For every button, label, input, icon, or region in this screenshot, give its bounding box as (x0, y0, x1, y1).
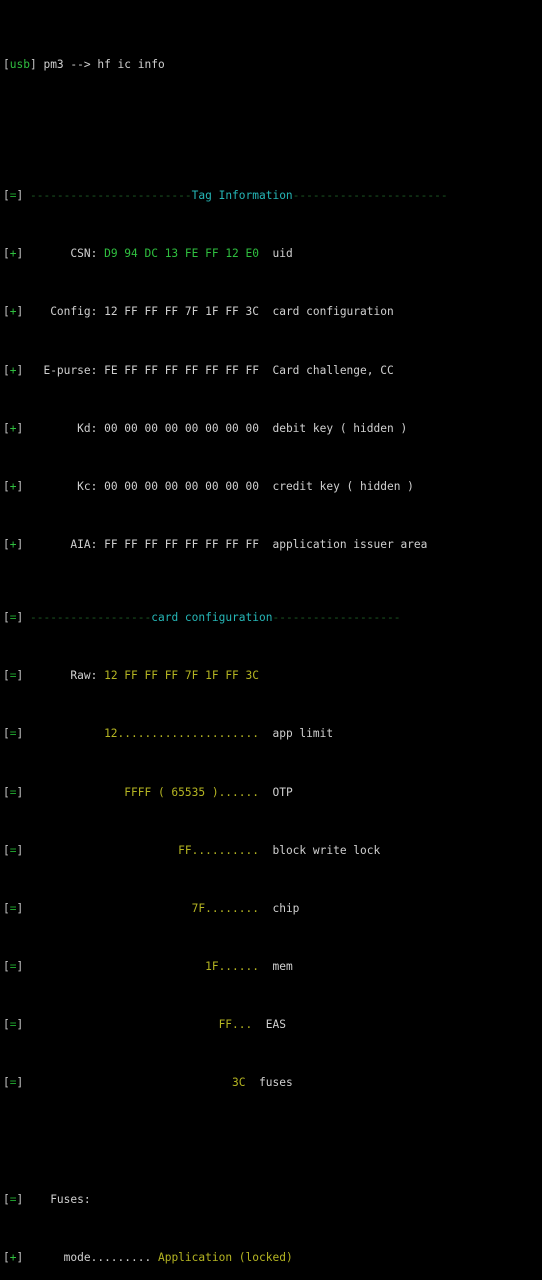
card-config-breakdown-mem: [=] 1F...... mem (3, 960, 293, 974)
dash-left: ------------------------ (29, 189, 192, 203)
fuses-header: [=] Fuses: (3, 1192, 91, 1206)
fuses-header-label: Fuses: (29, 1192, 91, 1206)
card-config-breakdown-block-write-lock: [=] FF.......... block write lock (3, 843, 381, 857)
card-config-breakdown-app-limit: [=] 12..................... app limit (3, 727, 334, 741)
bitfield-desc: fuses (245, 1076, 293, 1090)
bitfield: 7F........ (29, 901, 259, 915)
card-config-raw: [=] Raw: 12 FF FF FF 7F 1F FF 3C (3, 669, 259, 683)
bitfield-desc: block write lock (259, 843, 381, 857)
prompt-interface-label: usb (9, 58, 30, 72)
bitfield: 12..................... (29, 727, 259, 741)
dash-left: ------------------ (29, 610, 152, 624)
row-label: Kc: (29, 480, 105, 494)
row-value: 12 FF FF FF 7F 1F FF 3C (104, 305, 259, 319)
row-desc: debit key ( hidden ) (259, 421, 408, 435)
bitfield: 1F...... (29, 960, 259, 974)
card-config-breakdown-otp: [=] FFFF ( 65535 )...... OTP (3, 785, 293, 799)
prefix-symbol-equals: = (9, 189, 17, 203)
tag-row-csn: [+] CSN: D9 94 DC 13 FE FF 12 E0 uid (3, 247, 293, 261)
dash-right: ----------------------- (292, 189, 448, 203)
row-label: AIA: (29, 538, 105, 552)
row-value: D9 94 DC 13 FE FF 12 E0 (104, 247, 259, 261)
row-label: Config: (29, 305, 105, 319)
fuses-row-mode: [+] mode......... Application (locked) (3, 1251, 293, 1265)
raw-label: Raw: (29, 669, 105, 683)
row-value: Application (locked) (157, 1251, 293, 1265)
dash-right: ------------------- (272, 610, 401, 624)
bitfield-desc: mem (259, 960, 293, 974)
row-label: E-purse: (29, 363, 105, 377)
tag-row-epurse: [+] E-purse: FE FF FF FF FF FF FF FF Car… (3, 363, 394, 377)
bitfield: 3C (29, 1076, 246, 1090)
section-title: card configuration (151, 610, 273, 624)
bitfield-desc: OTP (259, 785, 293, 799)
row-label: mode......... (29, 1251, 158, 1265)
bitfield: FF.......... (29, 843, 259, 857)
card-config-breakdown-eas: [=] FF... EAS (3, 1018, 286, 1032)
bitfield-desc: chip (259, 901, 300, 915)
prefix-symbol-plus: + (9, 247, 17, 261)
bitfield-desc: EAS (252, 1018, 286, 1032)
row-label: CSN: (29, 247, 105, 261)
row-value: 00 00 00 00 00 00 00 00 (104, 480, 259, 494)
row-value: FF FF FF FF FF FF FF FF (104, 538, 259, 552)
entered-command: hf ic info (97, 58, 165, 72)
prompt-bracket-close: ] (29, 58, 37, 72)
card-config-breakdown-chip: [=] 7F........ chip (3, 901, 300, 915)
row-label: Kd: (29, 421, 105, 435)
card-config-breakdown-fuses: [=] 3C fuses (3, 1076, 293, 1090)
prompt-bracket-open: [ (3, 58, 10, 72)
line-prefix: [ (3, 189, 10, 203)
terminal-window[interactable]: [usb] pm3 --> hf ic info [=] -----------… (0, 0, 542, 1264)
row-desc: Card challenge, CC (259, 363, 394, 377)
tag-row-config: [+] Config: 12 FF FF FF 7F 1F FF 3C card… (3, 305, 394, 319)
line-prefix-close: ] (16, 189, 30, 203)
tag-row-aia: [+] AIA: FF FF FF FF FF FF FF FF applica… (3, 538, 428, 552)
row-desc: uid (259, 247, 293, 261)
section-header-tag-information: [=] ------------------------Tag Informat… (0, 189, 542, 204)
row-desc: card configuration (259, 305, 394, 319)
row-desc: application issuer area (259, 538, 428, 552)
row-value: FE FF FF FF FF FF FF FF (104, 363, 259, 377)
section-title: Tag Information (191, 189, 293, 203)
bitfield: FFFF ( 65535 )...... (29, 785, 259, 799)
tag-row-kc: [+] Kc: 00 00 00 00 00 00 00 00 credit k… (3, 480, 414, 494)
row-desc: credit key ( hidden ) (259, 480, 414, 494)
command-prompt-line: [usb] pm3 --> hf ic info (0, 58, 542, 73)
raw-value: 12 FF FF FF 7F 1F FF 3C (104, 669, 259, 683)
row-value: 00 00 00 00 00 00 00 00 (104, 421, 259, 435)
section-header-card-configuration: [=] ------------------card configuration… (3, 610, 401, 624)
bitfield-desc: app limit (259, 727, 334, 741)
tag-row-kd: [+] Kd: 00 00 00 00 00 00 00 00 debit ke… (3, 421, 408, 435)
prompt-pm3-label: pm3 --> (36, 58, 98, 72)
bitfield: FF... (29, 1018, 253, 1032)
